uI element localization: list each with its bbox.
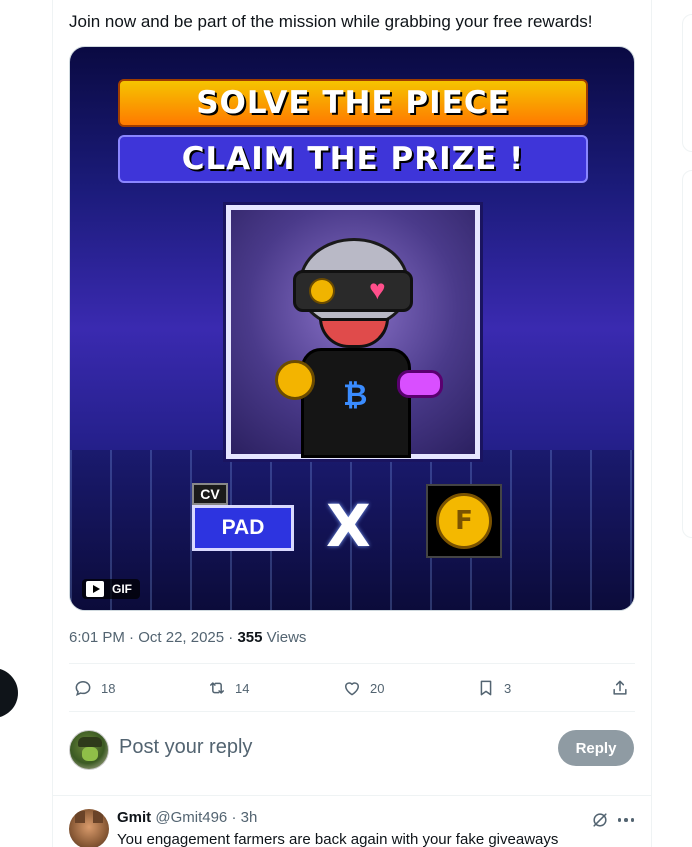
tweet-date[interactable]: Oct 22, 2025 bbox=[138, 629, 224, 646]
heart-icon bbox=[345, 682, 359, 696]
pad-logo: PAD bbox=[192, 505, 294, 551]
reply-time[interactable]: 3h bbox=[241, 809, 258, 826]
gamepad-icon bbox=[397, 370, 443, 398]
reply-separator: · bbox=[231, 809, 237, 826]
like-button[interactable]: 20 bbox=[342, 664, 384, 712]
coin-f-icon: F bbox=[436, 493, 492, 549]
sidebar-card bbox=[682, 170, 692, 538]
cv-badge: CV bbox=[192, 483, 228, 505]
meta-separator: · bbox=[228, 629, 234, 646]
share-icon bbox=[613, 680, 627, 695]
avatar-hat bbox=[78, 737, 102, 747]
avatar[interactable] bbox=[69, 730, 109, 770]
bookmark-button[interactable]: 3 bbox=[476, 664, 511, 712]
floating-action-button[interactable] bbox=[0, 668, 18, 718]
x-logo-icon: X bbox=[326, 492, 371, 560]
reply-icon bbox=[75, 680, 91, 697]
avatar-face bbox=[82, 747, 98, 761]
bookmark-count: 3 bbox=[504, 680, 512, 696]
reply-composer: Post your reply Reply bbox=[69, 728, 635, 772]
reply-submit-button[interactable]: Reply bbox=[558, 730, 634, 766]
tweet-text: Join now and be part of the mission whil… bbox=[69, 12, 593, 31]
repost-button[interactable]: 14 bbox=[207, 664, 249, 712]
bookmark-icon bbox=[480, 680, 492, 696]
coin-icon bbox=[275, 360, 315, 400]
divider bbox=[52, 795, 652, 796]
visor-heart-icon: ♥ bbox=[369, 274, 386, 305]
media-banner-line-1: SOLVE THE PIECE bbox=[118, 79, 588, 127]
reply-author-name[interactable]: Gmit bbox=[117, 809, 151, 826]
share-button[interactable] bbox=[610, 664, 638, 712]
views-label: Views bbox=[266, 629, 307, 646]
avatar-ear bbox=[93, 811, 103, 823]
reply-author-handle[interactable]: @Gmit496 bbox=[155, 809, 227, 826]
tweet-time[interactable]: 6:01 PM bbox=[69, 629, 125, 646]
gif-badge[interactable]: GIF bbox=[82, 579, 140, 599]
more-options-icon[interactable] bbox=[616, 810, 636, 830]
reply-header: Gmit @Gmit496 · 3h bbox=[117, 808, 257, 828]
visor-coin-icon bbox=[309, 278, 335, 304]
avatar-ear bbox=[75, 811, 85, 823]
repost-icon bbox=[210, 682, 224, 694]
coin-logo-box: F bbox=[426, 484, 502, 558]
character-frame: ♥ ₿ bbox=[226, 205, 480, 459]
reply-text: You engagement farmers are back again wi… bbox=[117, 831, 559, 847]
tweet-media-gif[interactable]: SOLVE THE PIECE CLAIM THE PRIZE ! ♥ ₿ CV… bbox=[69, 46, 635, 611]
bitcoin-icon: ₿ bbox=[343, 378, 368, 413]
reply-button[interactable]: 18 bbox=[73, 664, 115, 712]
repost-count: 14 bbox=[235, 680, 250, 696]
tweet-actions: 18 14 20 3 bbox=[69, 664, 635, 712]
divider bbox=[69, 711, 635, 712]
media-banner-line-2: CLAIM THE PRIZE ! bbox=[118, 135, 588, 183]
grok-icon[interactable] bbox=[590, 810, 610, 830]
tweet-meta: 6:01 PM · Oct 22, 2025 · 355 Views bbox=[69, 628, 306, 648]
like-count: 20 bbox=[370, 680, 385, 696]
reply-avatar[interactable] bbox=[69, 809, 109, 847]
sidebar-card bbox=[682, 14, 692, 152]
gif-label: GIF bbox=[112, 582, 132, 596]
play-icon bbox=[86, 581, 104, 597]
meta-separator: · bbox=[129, 629, 135, 646]
reply-input[interactable]: Post your reply bbox=[119, 736, 252, 759]
views-count: 355 bbox=[237, 629, 263, 646]
reply-count: 18 bbox=[101, 680, 116, 696]
